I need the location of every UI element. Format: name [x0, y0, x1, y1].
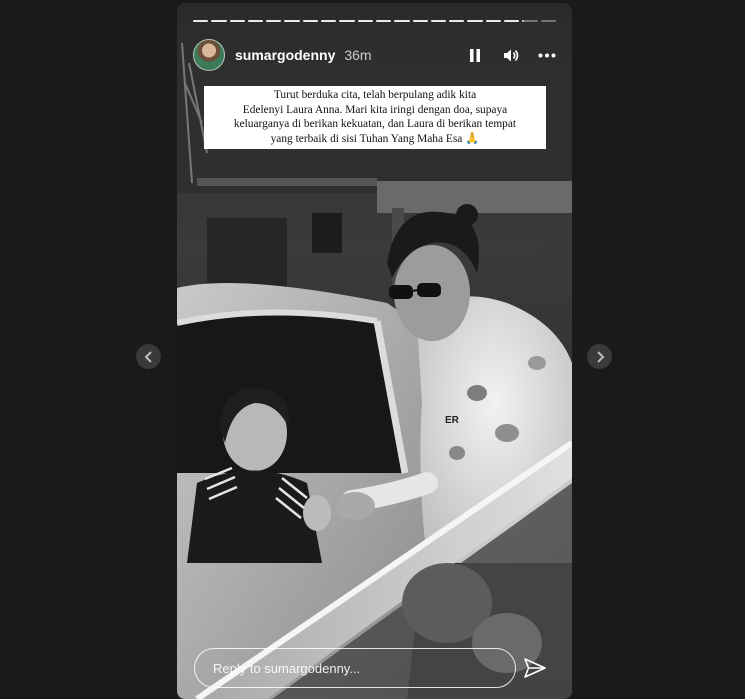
- story-viewer: ER sumargodenny 36m Turut berduka cita, …: [0, 0, 745, 699]
- story-progress-bar: [193, 20, 556, 22]
- story-header: sumargodenny 36m: [193, 37, 556, 73]
- progress-segment: [229, 20, 245, 22]
- progress-segment: [211, 20, 227, 22]
- caption-line: yang terbaik di sisi Tuhan Yang Maha Esa…: [270, 132, 480, 145]
- progress-segment: [247, 20, 264, 22]
- chevron-right-icon: [596, 350, 604, 363]
- progress-segment: [266, 20, 282, 22]
- volume-button[interactable]: [502, 46, 520, 64]
- progress-segment: [485, 20, 502, 22]
- avatar[interactable]: [193, 39, 225, 71]
- progress-segment-upcoming: [540, 20, 556, 22]
- progress-segment: [284, 20, 300, 22]
- progress-segment: [430, 20, 447, 22]
- progress-segment: [357, 20, 373, 22]
- story-card[interactable]: ER sumargodenny 36m Turut berduka cita, …: [177, 3, 572, 699]
- chevron-left-icon: [144, 350, 152, 363]
- caption-line: Edelenyi Laura Anna. Mari kita iringi de…: [242, 103, 508, 116]
- username-link[interactable]: sumargodenny: [235, 47, 335, 63]
- progress-segment-current: [522, 20, 538, 22]
- progress-segment: [339, 20, 355, 22]
- send-button[interactable]: [523, 656, 547, 680]
- story-timestamp: 36m: [344, 47, 372, 63]
- progress-segment: [504, 20, 520, 22]
- previous-story-button[interactable]: [136, 344, 161, 369]
- progress-segment: [412, 20, 428, 22]
- next-story-button[interactable]: [587, 344, 612, 369]
- reply-input[interactable]: [194, 648, 516, 688]
- caption-line: keluarganya di berikan kekuatan, dan Lau…: [233, 118, 517, 130]
- progress-segment: [467, 20, 483, 22]
- caption-line: Turut berduka cita, telah berpulang adik…: [273, 89, 477, 101]
- story-controls: [466, 46, 556, 64]
- progress-segment: [302, 20, 319, 22]
- progress-segment: [193, 20, 209, 22]
- hoodie-print: ER: [445, 415, 460, 426]
- more-icon: [538, 53, 556, 57]
- progress-segment: [375, 20, 392, 22]
- send-icon: [524, 658, 546, 678]
- volume-icon: [503, 49, 518, 61]
- pause-button[interactable]: [466, 46, 484, 64]
- more-options-button[interactable]: [538, 46, 556, 64]
- story-caption: Turut berduka cita, telah berpulang adik…: [204, 86, 546, 149]
- pause-icon: [470, 48, 480, 62]
- progress-segment: [394, 20, 410, 22]
- progress-segment: [449, 20, 465, 22]
- progress-segment: [321, 20, 337, 22]
